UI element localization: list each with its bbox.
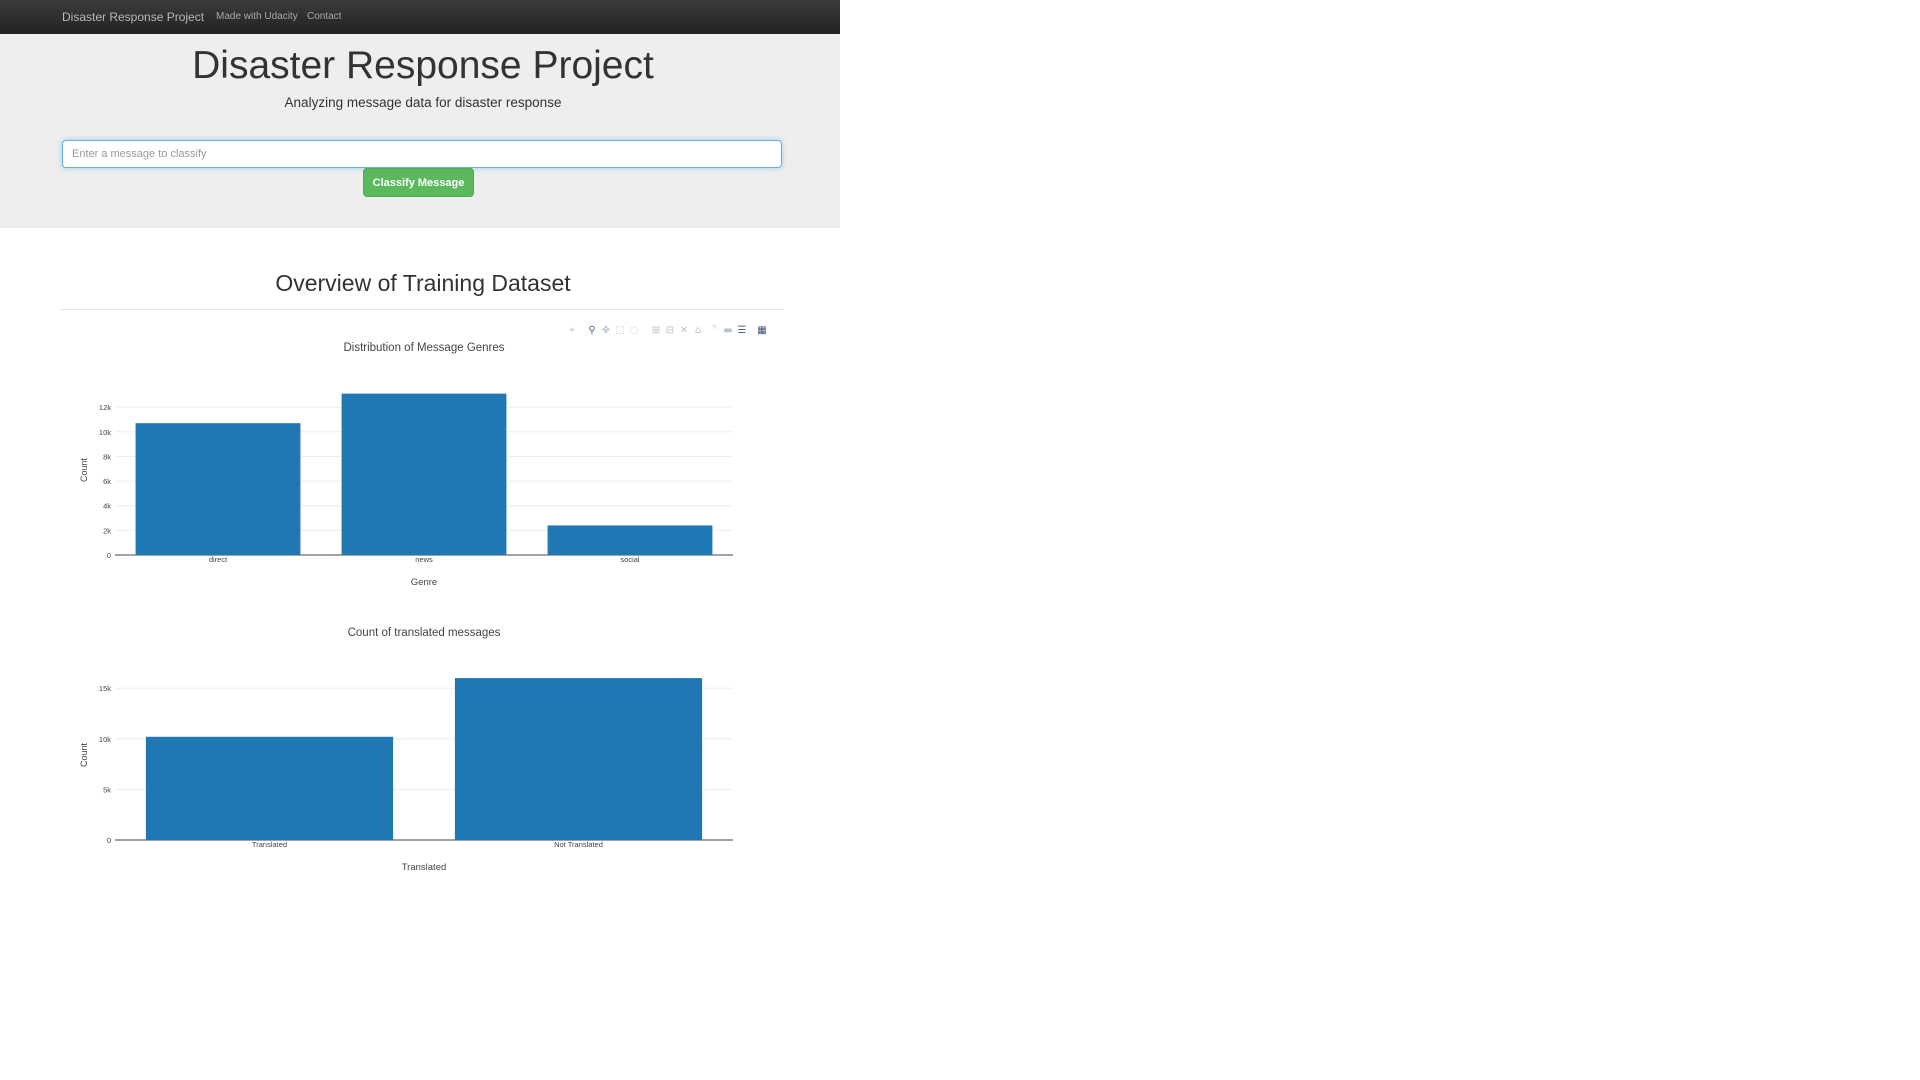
y-tick-label: 6k — [103, 477, 111, 486]
page-title: Disaster Response Project — [192, 44, 654, 87]
y-tick-label: 5k — [103, 785, 111, 794]
x-axis-title: Genre — [411, 577, 437, 588]
page-subtitle: Analyzing message data for disaster resp… — [284, 95, 562, 110]
bar-direct — [135, 423, 301, 555]
y-tick-label: 4k — [103, 502, 111, 511]
divider — [60, 309, 784, 310]
chart-title: Distribution of Message Genres — [343, 342, 504, 354]
x-tick-label: Not Translated — [554, 840, 603, 849]
nav-link-made-with-udacity[interactable]: Made with Udacity — [216, 11, 298, 22]
bar-news — [341, 393, 507, 555]
x-tick-label: Translated — [252, 840, 287, 849]
section-title: Overview of Training Dataset — [275, 270, 571, 296]
bar-not-translated — [454, 678, 703, 840]
y-tick-label: 10k — [99, 428, 111, 437]
x-axis-title: Translated — [402, 862, 447, 873]
translated-bar-chart: Count of translated messages 0 5k 10k 15k Tra… — [79, 627, 733, 873]
y-tick-label: 12k — [99, 403, 111, 412]
y-tick-label: 2k — [103, 526, 111, 535]
chart-title: Count of translated messages — [348, 627, 501, 639]
genre-bar-chart: Distribution of Message Genres 0 2k 4k 6k 8k 1… — [79, 342, 733, 588]
y-tick-label: 10k — [99, 735, 111, 744]
nav-link-contact[interactable]: Contact — [307, 11, 341, 22]
y-axis-title: Count — [79, 458, 89, 483]
classify-message-button[interactable]: Classify Message — [363, 168, 474, 197]
navbar-brand[interactable]: Disaster Response Project — [62, 10, 204, 24]
navbar: Disaster Response Project Made with Udac… — [0, 0, 840, 35]
x-tick-label: news — [415, 555, 433, 564]
x-tick-label: direct — [209, 555, 228, 564]
y-tick-label: 15k — [99, 684, 111, 693]
y-tick-label: 8k — [103, 452, 111, 461]
x-tick-label: social — [620, 555, 640, 564]
bar-social — [547, 525, 713, 555]
message-input[interactable] — [62, 140, 782, 168]
y-tick-label: 0 — [107, 551, 111, 560]
y-axis-title: Count — [79, 743, 89, 768]
bar-translated — [145, 736, 394, 840]
y-tick-label: 0 — [107, 836, 111, 845]
